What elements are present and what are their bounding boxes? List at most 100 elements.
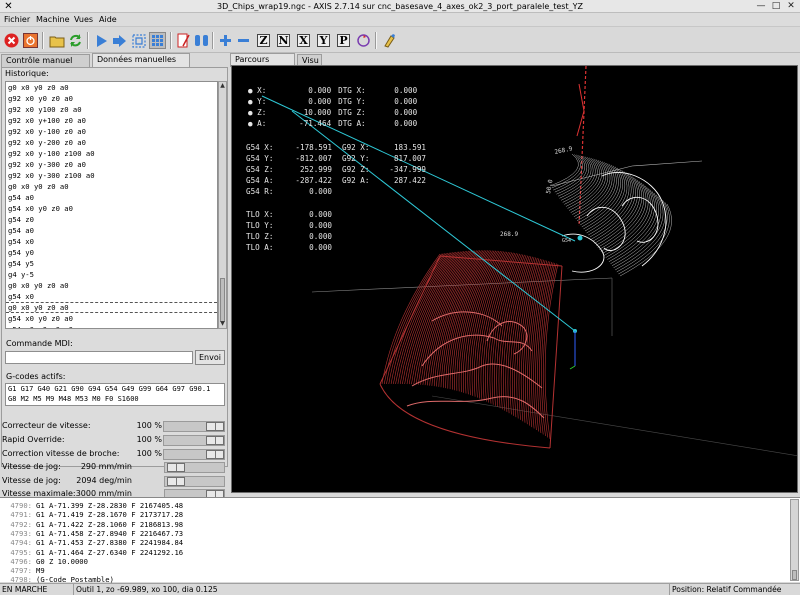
history-item[interactable]: g0 x0 y0 z0 a0	[6, 302, 217, 313]
block-delete-icon[interactable]	[175, 32, 192, 49]
dro-g92: 287.422	[393, 176, 426, 185]
view-z2-icon[interactable]: N	[275, 32, 292, 49]
history-item[interactable]: g92 x0 y0 z0 a0	[6, 93, 217, 104]
history-item[interactable]: g92 x0 y100 z0 a0	[6, 104, 217, 115]
history-item[interactable]: g54 a0	[6, 192, 217, 203]
override-slider[interactable]	[164, 462, 225, 473]
gcode-scroll-thumb[interactable]	[792, 570, 797, 580]
scroll-down-icon[interactable]: ▼	[219, 320, 226, 328]
gcode-line[interactable]: 4790: G1 A-71.399 Z-28.2830 F 2167405.48	[0, 501, 183, 510]
gcode-listing[interactable]: 4790: G1 A-71.399 Z-28.2830 F 2167405.48 4…	[0, 497, 800, 584]
pause-icon[interactable]	[130, 32, 147, 49]
menu-fichier[interactable]: Fichier	[4, 15, 30, 25]
slider-handle[interactable]	[206, 422, 224, 431]
dro-dtg: 0.000	[394, 119, 418, 128]
rotate-view-icon[interactable]	[355, 32, 372, 49]
gcode-line[interactable]: 4793: G1 A-71.458 Z-27.8940 F 2216467.73	[0, 529, 183, 538]
view-p-icon[interactable]: P	[335, 32, 352, 49]
gcode-line[interactable]: 4797: M9	[0, 566, 44, 575]
toolbar-separator	[170, 32, 172, 49]
gcode-line-text: G1 A-71.419 Z-28.1670 F 2173717.28	[36, 510, 184, 520]
gcode-line-number: 4792:	[10, 519, 32, 529]
override-slider[interactable]	[163, 449, 225, 460]
override-slider[interactable]	[163, 421, 225, 432]
override-slider[interactable]	[163, 435, 225, 446]
history-item[interactable]: g54 x0 y0 z0 a0	[6, 313, 217, 324]
history-item[interactable]: g92 x0 y-300 z0 a0	[6, 159, 217, 170]
history-item[interactable]: g92 x0 y-100 z0 a0	[6, 126, 217, 137]
history-item[interactable]: g0 x0 y0 z0 a0	[6, 280, 217, 291]
dro-value: -71.464	[299, 119, 332, 128]
slider-handle[interactable]	[206, 450, 224, 459]
history-item[interactable]: g92 x0 y-200 z0 a0	[6, 137, 217, 148]
run-program-icon[interactable]	[93, 32, 110, 49]
gcode-line[interactable]: 4792: G1 A-71.422 Z-28.1060 F 2186813.98	[0, 520, 183, 529]
view-y-label: Y	[317, 34, 330, 47]
stop-icon[interactable]	[149, 32, 166, 49]
dro-value: -812.007	[295, 154, 332, 163]
optional-stop-icon[interactable]	[193, 32, 210, 49]
zoom-in-icon[interactable]	[217, 32, 234, 49]
tab-controle-manuel[interactable]: Contrôle manuel [F3]	[1, 54, 90, 77]
history-item[interactable]: g4 y-5	[6, 269, 217, 280]
gcode-line[interactable]: 4796: G0 Z 10.0000	[0, 557, 88, 566]
override-row: Vitesse de jog: 2094 deg/min	[0, 474, 229, 488]
history-item[interactable]: g92 x0 y-300 z100 a0	[6, 170, 217, 181]
override-label: Correcteur de vitesse:	[2, 421, 91, 430]
history-item[interactable]: g54 y0	[6, 247, 217, 258]
scroll-up-icon[interactable]: ▲	[219, 82, 226, 90]
history-item[interactable]: g0 x0 y0 z0 a0	[6, 82, 217, 93]
view-y-icon[interactable]: Y	[315, 32, 332, 49]
close-window-icon[interactable]: ✕	[786, 1, 796, 11]
slider-handle[interactable]	[167, 463, 185, 472]
zoom-out-icon[interactable]	[235, 32, 252, 49]
clear-backplot-icon[interactable]	[381, 32, 398, 49]
gcode-line-text: G1 A-71.453 Z-27.8380 F 2241984.84	[36, 538, 184, 548]
envoi-button[interactable]: Envoi	[195, 350, 225, 365]
maximize-icon[interactable]: □	[771, 1, 781, 11]
dro-line: ● A: -71.464 DTG A: 0.000	[248, 118, 417, 129]
reload-icon[interactable]	[67, 32, 84, 49]
history-item[interactable]: g54 z0	[6, 214, 217, 225]
history-item[interactable]: g54 x0	[6, 291, 217, 302]
history-item[interactable]: g54 x0 y0 z0 a0	[6, 324, 217, 328]
dro-label: G54 A:	[246, 176, 274, 185]
estop-icon[interactable]	[3, 32, 20, 49]
menu-vues[interactable]: Vues	[74, 15, 93, 25]
view-x-label: X	[297, 34, 310, 47]
history-scrollbar[interactable]: ▲ ▼	[218, 81, 227, 329]
dro-axis: Y:	[257, 97, 267, 106]
history-list[interactable]: g0 x0 y0 z0 a0 g92 x0 y0 z0 a0 g92 x0 y100…	[5, 81, 218, 329]
menu-aide[interactable]: Aide	[99, 15, 117, 25]
tab-donnees-manuelles[interactable]: Données manuelles [F5]	[92, 53, 190, 76]
mdi-input[interactable]	[5, 351, 193, 364]
override-slider[interactable]	[164, 476, 225, 487]
gcode-line[interactable]: 4794: G1 A-71.453 Z-27.8380 F 2241984.84	[0, 538, 183, 547]
gcode-line[interactable]: 4791: G1 A-71.419 Z-28.1670 F 2173717.28	[0, 510, 183, 519]
slider-handle[interactable]	[167, 477, 185, 486]
homed-icon: ●	[248, 86, 258, 95]
dro-value: 0.000	[309, 243, 332, 252]
scroll-thumb[interactable]	[220, 278, 225, 322]
gcode-line[interactable]: 4795: G1 A-71.464 Z-27.6340 F 2241292.16	[0, 548, 183, 557]
history-item[interactable]: g54 a0	[6, 225, 217, 236]
minimize-icon[interactable]: —	[756, 1, 766, 11]
toolpath-preview[interactable]: 268.9 50.0 268.9 G54 ● X: 0.000 DTG X: 0.00…	[231, 65, 798, 493]
history-item[interactable]: g92 x0 y+100 z0 a0	[6, 115, 217, 126]
dro-line: G54 A: -287.422 G92 A: 287.422	[246, 175, 426, 186]
slider-handle[interactable]	[206, 436, 224, 445]
history-item[interactable]: g0 x0 y0 z0 a0	[6, 181, 217, 192]
toolbar-separator	[375, 32, 377, 49]
history-item[interactable]: g92 x0 y-100 z100 a0	[6, 148, 217, 159]
history-item[interactable]: g54 x0	[6, 236, 217, 247]
view-z-icon[interactable]: Z	[255, 32, 272, 49]
history-item[interactable]: g54 x0 y0 z0 a0	[6, 203, 217, 214]
power-icon[interactable]	[22, 32, 39, 49]
dro-label: TLO X:	[246, 210, 274, 219]
history-item[interactable]: g54 y5	[6, 258, 217, 269]
open-folder-icon[interactable]	[48, 32, 65, 49]
menu-machine[interactable]: Machine	[36, 15, 70, 25]
gcode-scrollbar[interactable]	[790, 499, 799, 581]
view-x-icon[interactable]: X	[295, 32, 312, 49]
step-icon[interactable]	[111, 32, 128, 49]
